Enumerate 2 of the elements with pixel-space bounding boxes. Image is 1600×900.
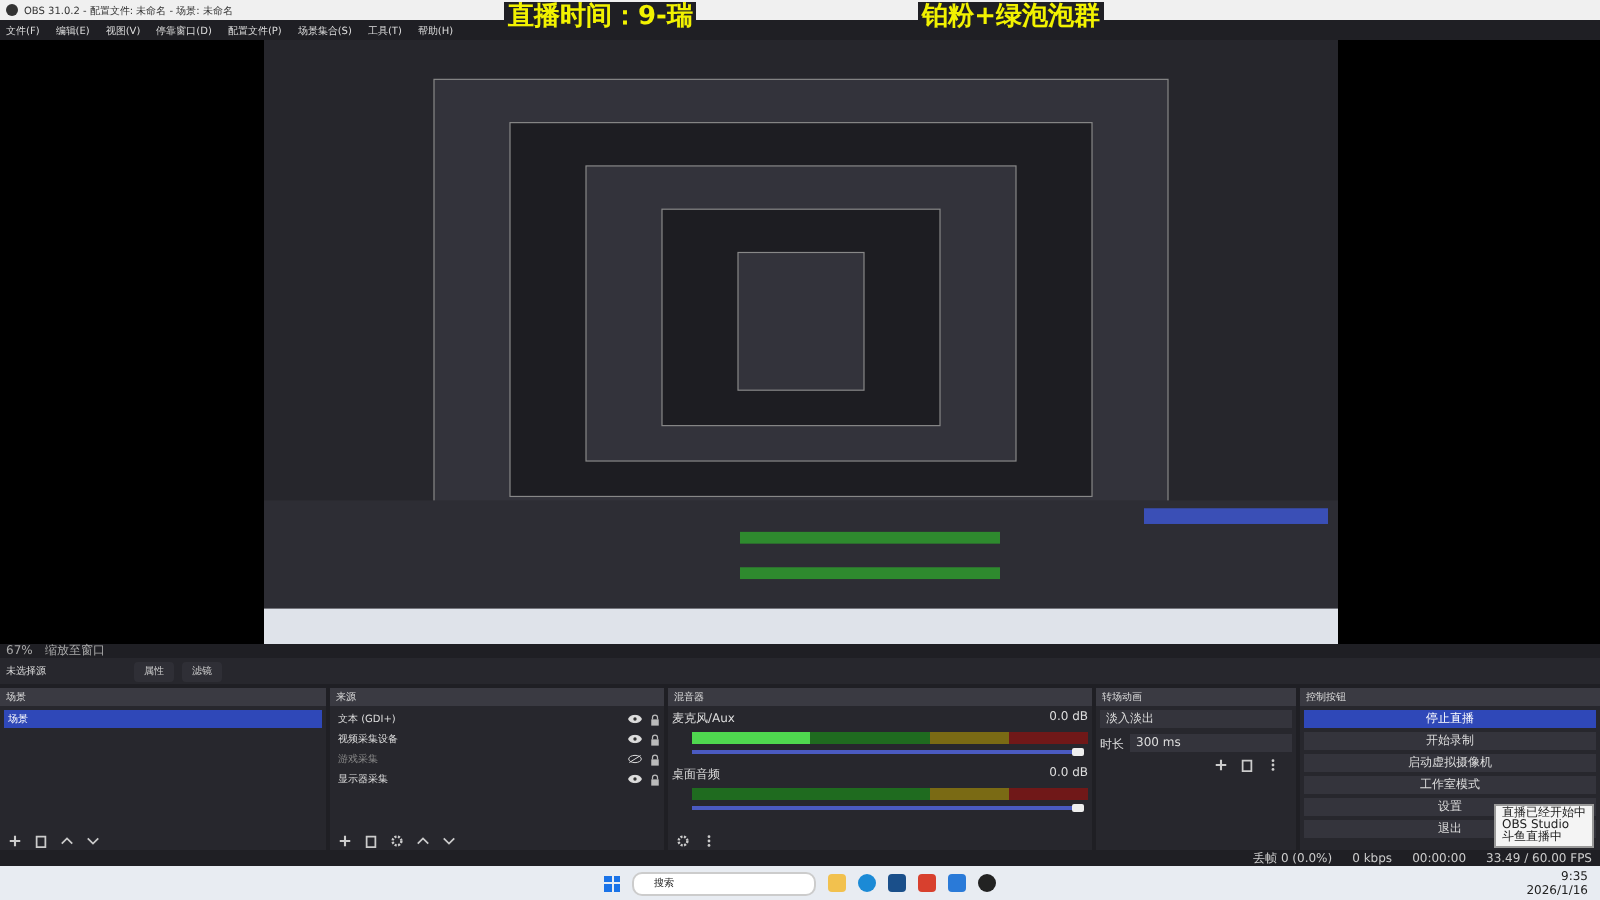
overlay-text: 铂粉+绿泡泡群 [918,2,1104,34]
overlay-text: 直播时间：9-瑞 [504,2,697,34]
